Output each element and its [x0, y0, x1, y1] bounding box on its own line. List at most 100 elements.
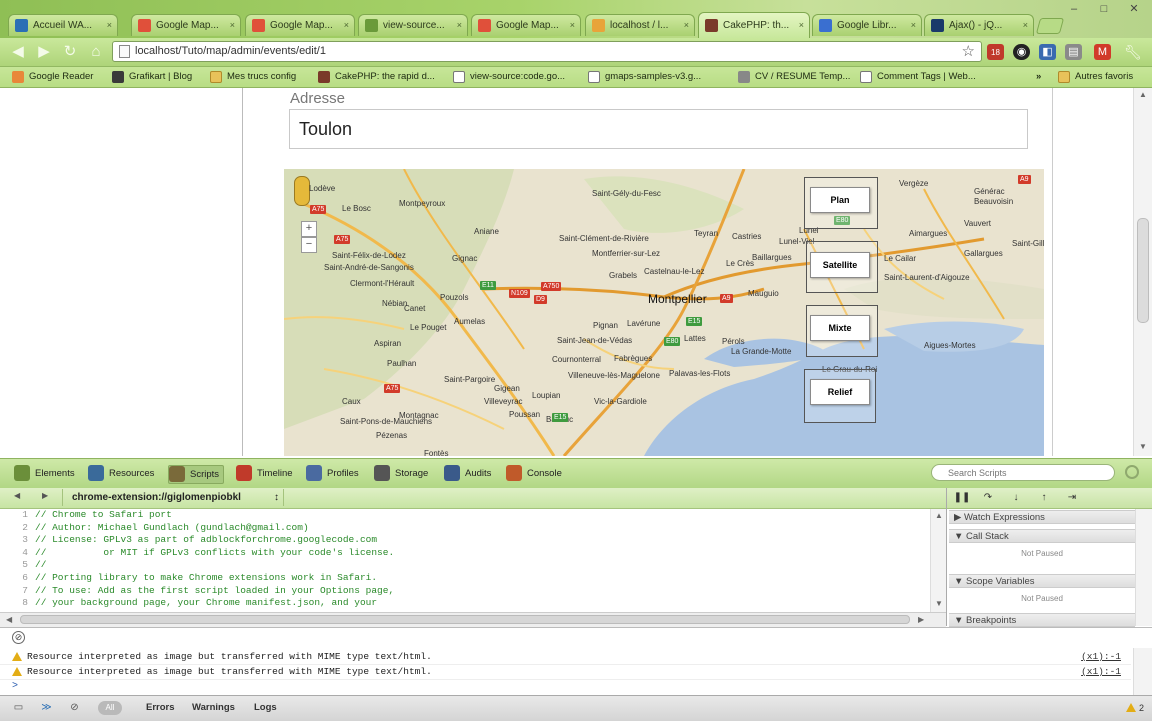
devtools-tab-profiles[interactable]: Profiles — [306, 465, 359, 482]
code-horizontal-scrollbar[interactable]: ◀ ▶ — [0, 612, 946, 627]
filter-errors-button[interactable]: Errors — [146, 701, 175, 715]
bookmark-item[interactable]: Comment Tags | Web... — [860, 69, 976, 85]
scroll-down-arrow-icon[interactable]: ▼ — [1139, 442, 1147, 451]
scroll-left-arrow-icon[interactable]: ◀ — [6, 615, 12, 624]
wrench-icon[interactable]: 🔧︎ — [1124, 44, 1142, 60]
console-toggle-icon[interactable]: ≫ — [40, 702, 53, 714]
filter-warnings-button[interactable]: Warnings — [192, 701, 235, 715]
tab-close-icon[interactable]: × — [230, 15, 235, 36]
sidebar-section-header[interactable]: ▼ Breakpoints — [949, 613, 1135, 627]
browser-tab[interactable]: Ajax() - jQ... × — [924, 14, 1034, 36]
line-number[interactable]: 2 — [0, 522, 35, 535]
clear-console-icon[interactable]: ⊘ — [12, 631, 25, 644]
bookmark-item[interactable]: Mes trucs config — [210, 69, 296, 85]
back-button[interactable]: ◀ — [8, 42, 28, 62]
sidebar-section-header[interactable]: ▼ Call Stack — [949, 529, 1135, 543]
scroll-up-arrow-icon[interactable]: ▲ — [935, 511, 943, 520]
bookmark-star-icon[interactable]: ☆ — [962, 42, 975, 61]
extension-badge-icon[interactable]: 18 — [987, 44, 1004, 60]
code-vertical-scrollbar[interactable]: ▲ ▼ — [930, 509, 947, 612]
map-type-mixte-button[interactable]: Mixte — [810, 315, 870, 341]
scroll-right-arrow-icon[interactable]: ▶ — [918, 615, 924, 624]
dock-icon[interactable]: ▭ — [12, 702, 25, 714]
browser-tab[interactable]: localhost / l... × — [585, 14, 695, 36]
devtools-tab-resources[interactable]: Resources — [88, 465, 154, 482]
tab-close-icon[interactable]: × — [911, 15, 916, 36]
line-number[interactable]: 7 — [0, 585, 35, 598]
line-number[interactable]: 5 — [0, 559, 35, 572]
bookmark-item[interactable]: CakePHP: the rapid d... — [318, 69, 435, 85]
clear-icon[interactable]: ⊘ — [68, 702, 81, 714]
devtools-tab-timeline[interactable]: Timeline — [236, 465, 293, 482]
step-out-button[interactable]: ↑ — [1033, 490, 1055, 506]
scroll-up-arrow-icon[interactable]: ▲ — [1139, 90, 1147, 99]
bookmark-item[interactable]: Grafikart | Blog — [112, 69, 192, 85]
tab-close-icon[interactable]: × — [1023, 15, 1028, 36]
sidebar-section-header[interactable]: ▼ Scope Variables — [949, 574, 1135, 588]
url-text[interactable]: localhost/Tuto/map/admin/events/edit/1 — [135, 42, 326, 61]
devtools-tab-console[interactable]: Console — [506, 465, 562, 482]
bookmarks-overflow-button[interactable]: » — [1036, 69, 1041, 85]
browser-tab[interactable]: Google Libr... × — [812, 14, 922, 36]
browser-tab[interactable]: Google Map... × — [471, 14, 581, 36]
line-number[interactable]: 4 — [0, 547, 35, 560]
maximize-button[interactable]: □ — [1090, 3, 1118, 17]
page-scroll-thumb[interactable] — [1137, 218, 1149, 323]
back-nav-icon[interactable]: ◀ — [14, 491, 20, 500]
zoom-out-button[interactable]: − — [301, 237, 317, 253]
devtools-tab-elements[interactable]: Elements — [14, 465, 75, 482]
bookmark-item[interactable]: Google Reader — [12, 69, 93, 85]
tab-close-icon[interactable]: × — [684, 15, 689, 36]
map-type-plan-button[interactable]: Plan — [810, 187, 870, 213]
gmail-checker-icon[interactable]: M — [1094, 44, 1111, 60]
extension-blue-icon[interactable]: ◧ — [1039, 44, 1056, 60]
warning-count[interactable]: 2 — [1125, 701, 1144, 715]
script-selector[interactable]: chrome-extension://giglomenpiobkl ↕ — [62, 489, 284, 506]
minimize-button[interactable]: – — [1060, 3, 1088, 17]
step-into-button[interactable]: ↓ — [1005, 490, 1027, 506]
devtools-tab-audits[interactable]: Audits — [444, 465, 491, 482]
extension-circle-icon[interactable]: ◉ — [1013, 44, 1030, 60]
forward-nav-icon[interactable]: ▶ — [42, 491, 48, 500]
line-number[interactable]: 1 — [0, 509, 35, 522]
tab-close-icon[interactable]: × — [570, 15, 575, 36]
devtools-tab-storage[interactable]: Storage — [374, 465, 428, 482]
extension-grey-icon[interactable]: ▤ — [1065, 44, 1082, 60]
console-scrollbar[interactable] — [1133, 648, 1152, 696]
line-number[interactable]: 6 — [0, 572, 35, 585]
home-button[interactable]: ⌂ — [86, 42, 106, 62]
tab-close-icon[interactable]: × — [457, 15, 462, 36]
code-scroll-thumb[interactable] — [20, 615, 910, 624]
sidebar-section-header[interactable]: ▶ Watch Expressions — [949, 510, 1135, 524]
tab-close-icon[interactable]: × — [107, 15, 112, 36]
page-scrollbar[interactable]: ▲ ▼ — [1133, 88, 1152, 456]
source-code-view[interactable]: 1// Chrome to Safari port 2// Author: Mic… — [0, 509, 930, 612]
filter-logs-button[interactable]: Logs — [254, 701, 277, 715]
adresse-input[interactable] — [289, 109, 1028, 149]
zoom-in-button[interactable]: + — [301, 221, 317, 237]
new-tab-button[interactable] — [1035, 18, 1065, 34]
browser-tab[interactable]: Accueil WA... × — [8, 14, 118, 36]
line-number[interactable]: 8 — [0, 597, 35, 610]
other-bookmarks-folder[interactable]: Autres favoris — [1058, 69, 1133, 85]
google-map[interactable]: + − Montpellier Le Bosc Lodève Montpeyroux A… — [284, 169, 1044, 456]
tab-close-icon[interactable]: × — [344, 15, 349, 36]
step-over-button[interactable]: ↷ — [977, 490, 999, 506]
search-scripts-input[interactable] — [931, 464, 1115, 481]
close-window-button[interactable]: ✕ — [1120, 3, 1148, 17]
pause-button[interactable]: ❚❚ — [951, 490, 973, 506]
browser-tab[interactable]: Google Map... × — [131, 14, 241, 36]
tab-close-icon[interactable]: × — [799, 13, 804, 38]
dock-toggle-icon[interactable] — [1125, 465, 1139, 479]
console-message-source-link[interactable]: (x1):-1 — [1081, 649, 1121, 664]
bookmark-item[interactable]: CV / RESUME Temp... — [738, 69, 850, 85]
address-bar[interactable]: localhost/Tuto/map/admin/events/edit/1 ☆ — [112, 41, 982, 62]
devtools-tab-scripts[interactable]: Scripts — [168, 465, 225, 484]
browser-tab[interactable]: CakePHP: th... × — [698, 12, 810, 38]
bookmark-item[interactable]: view-source:code.go... — [453, 69, 565, 85]
scroll-down-arrow-icon[interactable]: ▼ — [935, 599, 943, 608]
map-type-satellite-button[interactable]: Satellite — [810, 252, 870, 278]
browser-tab[interactable]: Google Map... × — [245, 14, 355, 36]
map-type-relief-button[interactable]: Relief — [810, 379, 870, 405]
console-message-source-link[interactable]: (x1):-1 — [1081, 664, 1121, 679]
